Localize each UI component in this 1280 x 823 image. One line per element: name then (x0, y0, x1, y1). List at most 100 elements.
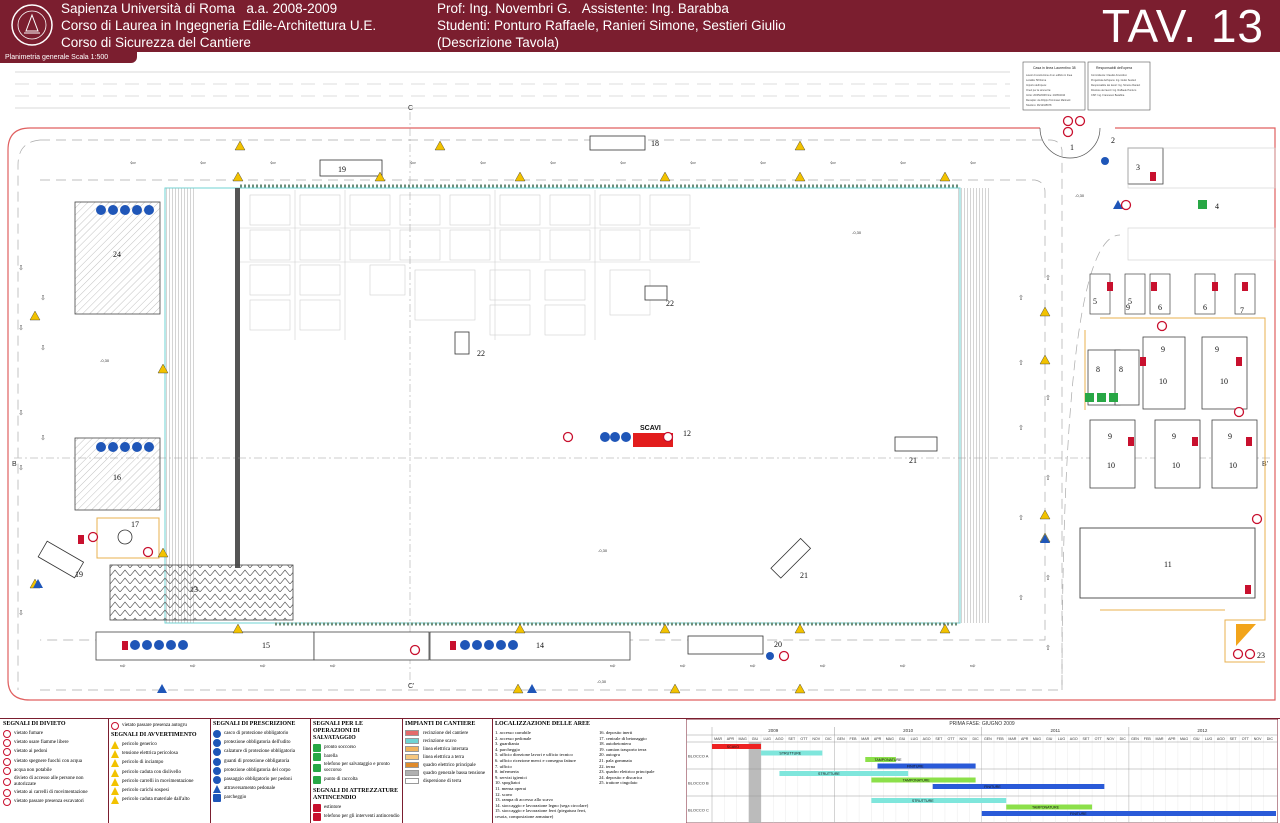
university-label: Sapienza Università di Roma (61, 1, 236, 16)
site-system-label: linea elettrica interrata (423, 746, 468, 752)
gantt-task-label: TAMPONATURE (1032, 806, 1060, 810)
resp-title: Responsabili dell'opera (1096, 66, 1132, 70)
extinguisher-icon (313, 803, 321, 812)
gantt-task-label: STRUTTURE (912, 799, 934, 803)
no-flames-icon (3, 739, 11, 748)
gantt-month-label: OTT (800, 737, 808, 741)
section-label-c: C (408, 105, 413, 112)
legend-item: protezione obbligatoria dell'udito (213, 739, 308, 748)
students: Studenti: Ponturo Raffaele, Ranieri Simo… (437, 18, 786, 33)
non-potable-icon (3, 766, 11, 775)
area-label-7: 7 (1240, 306, 1244, 315)
legend-warning: vietato passare presenza autogru SEGNALI… (108, 719, 211, 823)
area-label-10: 10 (1159, 377, 1167, 386)
legend-label: estintore (324, 804, 342, 810)
area-13-ramp (109, 564, 294, 621)
first-aid-icon (313, 744, 321, 752)
area-label-13: 13 (190, 585, 198, 594)
svg-text:⇩: ⇩ (18, 609, 24, 617)
legend-item: acqua non potabile (3, 766, 106, 775)
gantt-month-label: MAR (1156, 737, 1164, 741)
legend-item: tensione elettrica pericolosa (111, 750, 208, 759)
gantt-row-label: BLOCCO C (688, 808, 709, 813)
legend-title: IMPIANTI DI CANTIERE (405, 721, 476, 727)
area-label-22: 22 (477, 349, 485, 358)
gantt-month-label: NOV (959, 737, 967, 741)
legend-title: SEGNALI DI ATTREZZATURE ANTINCENDIO (313, 787, 399, 801)
svg-text:⇨: ⇨ (120, 662, 126, 670)
legend-title: LOCALIZZAZIONE DELLE AREE (495, 721, 591, 727)
gantt-month-label: MAR (1008, 737, 1016, 741)
svg-text:⇦: ⇦ (270, 159, 276, 167)
gantt-title: PRIMA FASE: GIUGNO 2009 (949, 721, 1015, 727)
parking-area (1127, 227, 1276, 261)
plan-subtitle: Planimetria generale Scala 1:500 (0, 52, 137, 63)
svg-text:⇩: ⇩ (18, 264, 24, 272)
cartello-title: Casa in linea Laurentino 38 (1033, 66, 1076, 70)
area-label-2: 2 (1111, 136, 1115, 145)
site-systems-list: recinzione del cantiere recinzione scavo l… (402, 730, 492, 784)
gantt-month-label: GIU (1193, 737, 1200, 741)
gantt-month-label: GEN (837, 737, 845, 741)
svg-text:⇨: ⇨ (750, 662, 756, 670)
area-label-6: 6 (1203, 303, 1207, 312)
elevation-label: -0,30 (597, 679, 607, 684)
site-system-label: recinzione del cantiere (423, 730, 469, 736)
gantt-month-label: APR (727, 737, 735, 741)
legend-item: vietato ai pedoni (3, 748, 106, 757)
area-label-1: 1 (1070, 143, 1074, 152)
gantt-task-bar (981, 811, 1276, 816)
gantt-month-label: AGO (775, 737, 783, 741)
site-system-label: quadro elettrico principale (423, 762, 476, 768)
area-label-18: 18 (651, 139, 659, 148)
legend-item: estintore (313, 803, 400, 812)
svg-text:⇧: ⇧ (1045, 644, 1051, 652)
legend: SEGNALI DI DIVIETO vietato fumare vietat… (0, 718, 1280, 823)
legend-label: vietato fumare (14, 731, 44, 736)
legend-item: telefono per salvataggio e pronto soccor… (313, 762, 400, 774)
legend-item: vietato passare presenza escavatori (3, 798, 106, 807)
gantt-month-label: MAG (739, 737, 747, 741)
gantt-month-label: MAG (886, 737, 894, 741)
svg-text:⇨: ⇨ (970, 662, 976, 670)
area-14 (429, 631, 631, 661)
svg-text:⇧: ⇧ (1045, 394, 1051, 402)
svg-text:⇦: ⇦ (900, 159, 906, 167)
area-label-12: 12 (683, 429, 691, 438)
gantt-month-label: NOV (1254, 737, 1262, 741)
legend-item: divieto di accesso alle persone non auto… (3, 776, 106, 788)
cartello-line: Località: 58 Roma (1026, 79, 1047, 82)
pedestrian-path-icon (213, 775, 221, 784)
area-label-21: 21 (909, 456, 917, 465)
legend-title: SEGNALI DI AVVERTIMENTO (111, 732, 197, 738)
area-label-20: 20 (774, 640, 782, 649)
gantt-task-bar (877, 763, 976, 769)
legend-item: telefono per gli interventi antincendio (313, 812, 400, 821)
site-system-swatch (405, 770, 419, 776)
legend-label: pericolo carichi sospesi (122, 787, 169, 793)
resp-line: Direttore dei lavori: Ing. Raffaele Pont… (1091, 89, 1137, 92)
truck-19-north (319, 159, 383, 177)
gantt-year-label: 2010 (903, 728, 914, 733)
gantt-month-label: AGO (1217, 737, 1225, 741)
svg-text:⇧: ⇧ (1045, 274, 1051, 282)
cartello-line: Inizio: 20/05/2008 Fine: 20/05/2010 (1026, 94, 1066, 97)
gantt-month-label: SET (1230, 737, 1238, 741)
svg-text:⇨: ⇨ (260, 662, 266, 670)
suspended-load-icon (111, 786, 119, 795)
university-seal-icon (11, 4, 53, 46)
gantt-task-label: SCAVO (727, 745, 740, 749)
site-system-swatch (405, 738, 419, 744)
site-system-label: recinzione scavo (423, 738, 457, 744)
backhoe-22-west (454, 331, 470, 355)
area-15 (95, 631, 315, 661)
gantt-month-label: DIC (1267, 737, 1274, 741)
professors: Prof: Ing. Novembri G. Assistente: Ing. … (437, 1, 729, 16)
legend-label: barella (324, 754, 338, 760)
area-label-11: 11 (1164, 560, 1172, 569)
legend-item: pericolo carichi sospesi (111, 786, 208, 795)
course-name: Corso di Sicurezza del Cantiere (61, 35, 251, 50)
site-system-item: quadro elettrico principale (405, 762, 490, 768)
gantt-year-label: 2009 (768, 728, 779, 733)
backhoe-22-east (644, 285, 668, 301)
